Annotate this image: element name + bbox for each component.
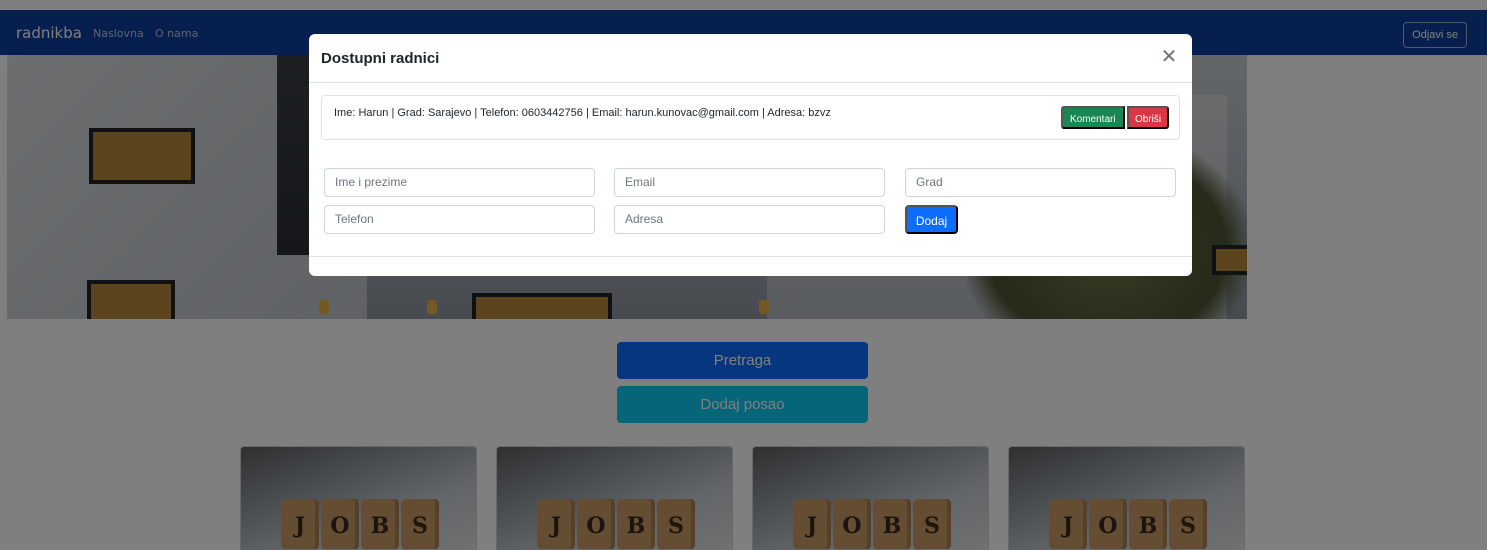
modal-title: Dostupni radnici [321,50,440,67]
name-input[interactable]: Ime i prezime [324,168,595,197]
delete-button[interactable]: Obriši [1127,106,1170,129]
city-input[interactable]: Grad [905,168,1176,197]
worker-info: Ime: Harun | Grad: Sarajevo | Telefon: 0… [334,107,831,119]
comments-button[interactable]: Komentari [1061,106,1125,129]
close-icon[interactable]: ✕ [1158,46,1180,68]
workers-modal: Dostupni radnici ✕ Ime: Harun | Grad: Sa… [309,34,1192,276]
modal-header: Dostupni radnici ✕ [309,34,1192,83]
address-input[interactable]: Adresa [614,205,885,234]
add-worker-button[interactable]: Dodaj [905,205,958,234]
email-input[interactable]: Email [614,168,885,197]
phone-input[interactable]: Telefon [324,205,595,234]
worker-list-item: Ime: Harun | Grad: Sarajevo | Telefon: 0… [321,95,1180,140]
modal-footer [309,256,1192,276]
